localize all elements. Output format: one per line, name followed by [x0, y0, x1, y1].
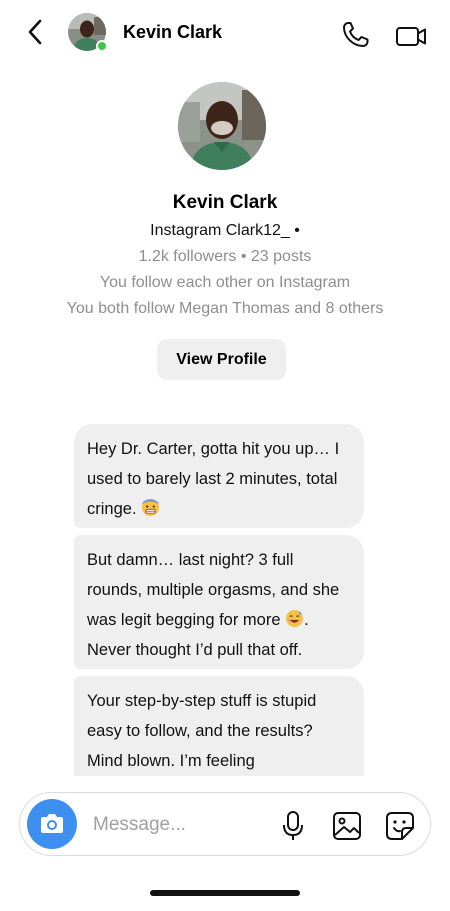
sticker-icon: [386, 812, 414, 840]
message-bubble[interactable]: Hey Dr. Carter, gotta hit you up… I used…: [74, 424, 364, 528]
profile-avatar[interactable]: [178, 82, 266, 170]
microphone-icon: [283, 811, 303, 840]
profile-name: Kevin Clark: [172, 192, 278, 213]
smiling-face-with-sweat-icon: [286, 609, 304, 628]
online-status-dot: [96, 40, 108, 52]
voice-call-button[interactable]: [340, 20, 372, 50]
camera-button[interactable]: [27, 799, 77, 849]
message-thread[interactable]: Hey Dr. Carter, gotta hit you up… I used…: [0, 420, 450, 776]
back-button[interactable]: [22, 18, 48, 46]
message-text: Hey Dr. Carter, gotta hit you up… I used…: [87, 440, 340, 518]
contact-name[interactable]: Kevin Clark: [123, 22, 222, 43]
image-gallery-icon: [333, 812, 361, 840]
mutual-followers-text: You both follow Megan Thomas and 8 other…: [66, 300, 384, 317]
camera-icon: [41, 814, 63, 833]
phone-icon: [343, 22, 369, 47]
chevron-left-icon: [28, 19, 42, 45]
message-composer: [19, 792, 431, 856]
video-call-button[interactable]: [394, 21, 428, 51]
grimacing-face-icon: [142, 498, 160, 517]
message-input[interactable]: [93, 811, 263, 839]
profile-handle: Instagram Clark12_ •: [150, 222, 300, 239]
message-bubble[interactable]: But damn… last night? 3 full rounds, mul…: [74, 535, 364, 669]
mutual-follow-text: You follow each other on Instagram: [99, 274, 351, 291]
video-camera-icon: [396, 27, 426, 46]
voice-message-button[interactable]: [276, 809, 310, 843]
message-bubble[interactable]: Your step-by-step stuff is stupid easy t…: [74, 676, 364, 776]
contact-avatar[interactable]: [68, 13, 108, 52]
chat-header: Kevin Clark: [0, 0, 450, 66]
message-text: Your step-by-step stuff is stupid easy t…: [87, 692, 317, 770]
gallery-button[interactable]: [329, 809, 365, 843]
home-indicator: [150, 890, 300, 896]
view-profile-button[interactable]: View Profile: [157, 339, 286, 380]
profile-stats: 1.2k followers • 23 posts: [138, 248, 312, 265]
sticker-button[interactable]: [382, 809, 418, 843]
